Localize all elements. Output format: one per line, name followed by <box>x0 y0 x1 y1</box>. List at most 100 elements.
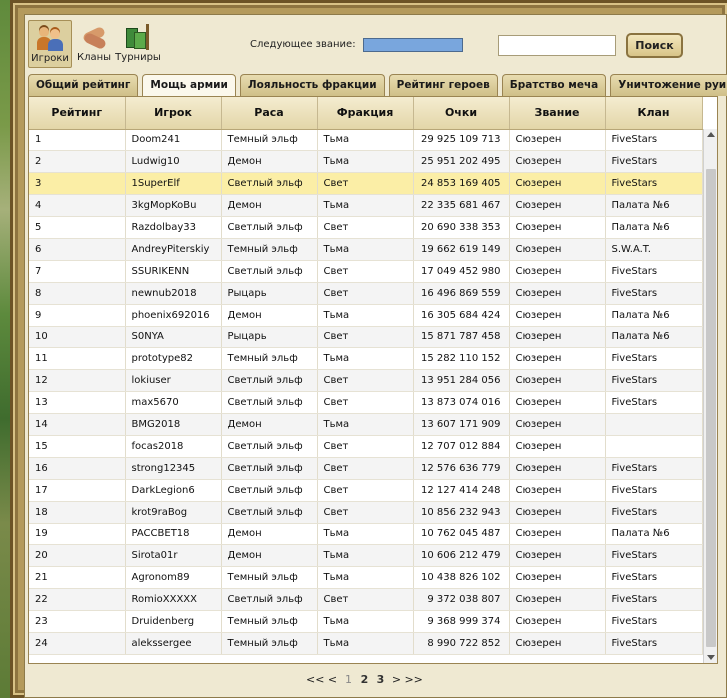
table-cell[interactable]: Druidenberg <box>125 610 222 633</box>
table-cell[interactable]: Ludwig10 <box>125 150 222 174</box>
tab-5[interactable]: Уничтожение руин <box>610 74 727 96</box>
table-cell[interactable]: phoenix692016 <box>125 304 222 327</box>
table-row[interactable]: 22 RomioXXXXX Светлый эльф Свет 9 372 038 80… <box>29 588 703 612</box>
table-cell[interactable]: newnub2018 <box>125 282 222 305</box>
table-row[interactable]: 19 PACCBET18 Демон Тьма 10 762 045 487 Сюзере… <box>29 523 703 546</box>
table-cell[interactable]: strong12345 <box>125 457 222 480</box>
table-cell[interactable]: focas2018 <box>125 435 222 458</box>
next-page-button[interactable]: > <box>388 673 404 686</box>
table-cell[interactable]: prototype82 <box>125 347 222 371</box>
page-1-button[interactable]: 1 <box>340 673 356 686</box>
table-row[interactable]: 17 DarkLegion6 Светлый эльф Свет 12 127 414 … <box>29 479 703 502</box>
table-cell[interactable]: AndreyPiterskiy <box>125 238 222 261</box>
table-row[interactable]: 21 Agronom89 Темный эльф Тьма 10 438 826 102… <box>29 566 703 590</box>
table-row[interactable]: 12 lokiuser Светлый эльф Свет 13 951 284 056… <box>29 369 703 393</box>
search-button[interactable]: Поиск <box>626 33 683 58</box>
table-cell[interactable]: FiveStars <box>605 588 703 612</box>
table-row[interactable]: 3 1SuperElf Светлый эльф Свет 24 853 169 405… <box>29 172 703 196</box>
table-cell[interactable]: FiveStars <box>605 369 703 393</box>
table-row[interactable]: 11 prototype82 Темный эльф Тьма 15 282 110 1… <box>29 347 703 371</box>
scroll-down-icon[interactable] <box>707 655 715 660</box>
column-header[interactable]: Звание <box>509 97 606 130</box>
table-row[interactable]: 7 SSURIKENN Светлый эльф Свет 17 049 452 980… <box>29 260 703 283</box>
table-cell[interactable]: FiveStars <box>605 282 703 305</box>
table-cell[interactable]: FiveStars <box>605 479 703 502</box>
tab-0[interactable]: Общий рейтинг <box>28 74 139 96</box>
scroll-up-icon[interactable] <box>707 132 715 137</box>
column-header[interactable]: Клан <box>605 97 703 130</box>
table-cell[interactable]: FiveStars <box>605 632 703 655</box>
table-row[interactable]: 10 S0NYA Рыцарь Свет 15 871 787 458 Сюзерен Па… <box>29 326 703 349</box>
page-3-button[interactable]: 3 <box>372 673 388 686</box>
table-cell[interactable]: FiveStars <box>605 457 703 480</box>
table-row[interactable]: 20 Sirota01r Демон Тьма 10 606 212 479 Сюзере… <box>29 544 703 568</box>
column-header[interactable]: Раса <box>221 97 318 130</box>
table-scrollbar[interactable] <box>703 129 717 663</box>
table-cell[interactable] <box>605 435 703 458</box>
table-cell[interactable]: 1SuperElf <box>125 172 222 196</box>
table-row[interactable]: 9 phoenix692016 Демон Тьма 16 305 684 424 Сюз… <box>29 304 703 327</box>
first-page-button[interactable]: << <box>306 673 324 686</box>
table-cell[interactable]: FiveStars <box>605 260 703 283</box>
table-cell[interactable]: FiveStars <box>605 566 703 590</box>
table-cell[interactable]: Sirota01r <box>125 544 222 568</box>
table-row[interactable]: 1 Doom241 Темный эльф Тьма 29 925 109 713 Сюз… <box>29 129 703 152</box>
table-row[interactable]: 2 Ludwig10 Демон Тьма 25 951 202 495 Сюзерен F… <box>29 150 703 174</box>
table-cell[interactable]: BMG2018 <box>125 413 222 436</box>
scrollbar-thumb[interactable] <box>706 169 716 647</box>
nav-tournaments-button[interactable]: Турниры <box>115 20 161 68</box>
table-row[interactable]: 18 krot9raBog Светлый эльф Свет 10 856 232 9… <box>29 501 703 524</box>
table-cell[interactable]: RomioXXXXX <box>125 588 222 612</box>
table-row[interactable]: 14 BMG2018 Демон Тьма 13 607 171 909 Сюзерен <box>29 413 703 436</box>
table-cell[interactable]: max5670 <box>125 391 222 415</box>
table-cell[interactable]: Палата №6 <box>605 523 703 546</box>
prev-page-button[interactable]: < <box>324 673 340 686</box>
table-row[interactable]: 6 AndreyPiterskiy Темный эльф Тьма 19 662 61… <box>29 238 703 261</box>
table-cell[interactable]: Agronom89 <box>125 566 222 590</box>
table-cell[interactable]: FiveStars <box>605 129 703 152</box>
table-cell[interactable]: S.W.A.T. <box>605 238 703 261</box>
table-cell[interactable]: Doom241 <box>125 129 222 152</box>
table-cell[interactable]: FiveStars <box>605 501 703 524</box>
table-row[interactable]: 4 3kgMopKoBu Демон Тьма 22 335 681 467 Сюзере… <box>29 194 703 218</box>
table-cell[interactable]: Палата №6 <box>605 326 703 349</box>
search-input[interactable] <box>498 35 616 56</box>
table-cell[interactable]: Палата №6 <box>605 304 703 327</box>
table-row[interactable]: 24 alekssergee Темный эльф Тьма 8 990 722 85… <box>29 632 703 655</box>
table-cell[interactable]: DarkLegion6 <box>125 479 222 502</box>
table-cell[interactable]: S0NYA <box>125 326 222 349</box>
nav-players-button[interactable]: Игроки <box>28 20 72 68</box>
tab-2[interactable]: Лояльность фракции <box>239 74 385 96</box>
table-row[interactable]: 13 max5670 Светлый эльф Свет 13 873 074 016 С… <box>29 391 703 415</box>
column-header[interactable]: Рейтинг <box>29 97 126 130</box>
table-cell[interactable]: SSURIKENN <box>125 260 222 283</box>
tab-3[interactable]: Рейтинг героев <box>388 74 498 96</box>
table-cell[interactable]: Razdolbay33 <box>125 216 222 239</box>
nav-clans-button[interactable]: Кланы <box>72 20 116 68</box>
last-page-button[interactable]: >> <box>404 673 422 686</box>
table-row[interactable]: 23 Druidenberg Темный эльф Тьма 9 368 999 37… <box>29 610 703 633</box>
table-cell[interactable]: FiveStars <box>605 610 703 633</box>
table-cell[interactable]: PACCBET18 <box>125 523 222 546</box>
table-cell[interactable]: FiveStars <box>605 347 703 371</box>
table-cell[interactable]: krot9raBog <box>125 501 222 524</box>
table-row[interactable]: 5 Razdolbay33 Светлый эльф Свет 20 690 338 3… <box>29 216 703 239</box>
column-header[interactable]: Игрок <box>125 97 222 130</box>
table-cell[interactable]: Палата №6 <box>605 194 703 218</box>
column-header[interactable]: Очки <box>413 97 510 130</box>
table-cell[interactable]: alekssergee <box>125 632 222 655</box>
table-cell[interactable]: 3kgMopKoBu <box>125 194 222 218</box>
table-cell[interactable]: FiveStars <box>605 150 703 174</box>
table-cell[interactable]: lokiuser <box>125 369 222 393</box>
table-cell[interactable]: FiveStars <box>605 391 703 415</box>
table-cell[interactable]: FiveStars <box>605 544 703 568</box>
tab-4[interactable]: Братство меча <box>501 74 607 96</box>
table-row[interactable]: 16 strong12345 Светлый эльф Свет 12 576 636 … <box>29 457 703 480</box>
tab-1[interactable]: Мощь армии <box>142 74 236 97</box>
table-cell[interactable]: FiveStars <box>605 172 703 196</box>
table-row[interactable]: 15 focas2018 Светлый эльф Свет 12 707 012 88… <box>29 435 703 458</box>
page-2-button[interactable]: 2 <box>356 673 372 686</box>
table-cell[interactable]: Палата №6 <box>605 216 703 239</box>
table-row[interactable]: 8 newnub2018 Рыцарь Свет 16 496 869 559 Сюзер… <box>29 282 703 305</box>
column-header[interactable]: Фракция <box>317 97 414 130</box>
